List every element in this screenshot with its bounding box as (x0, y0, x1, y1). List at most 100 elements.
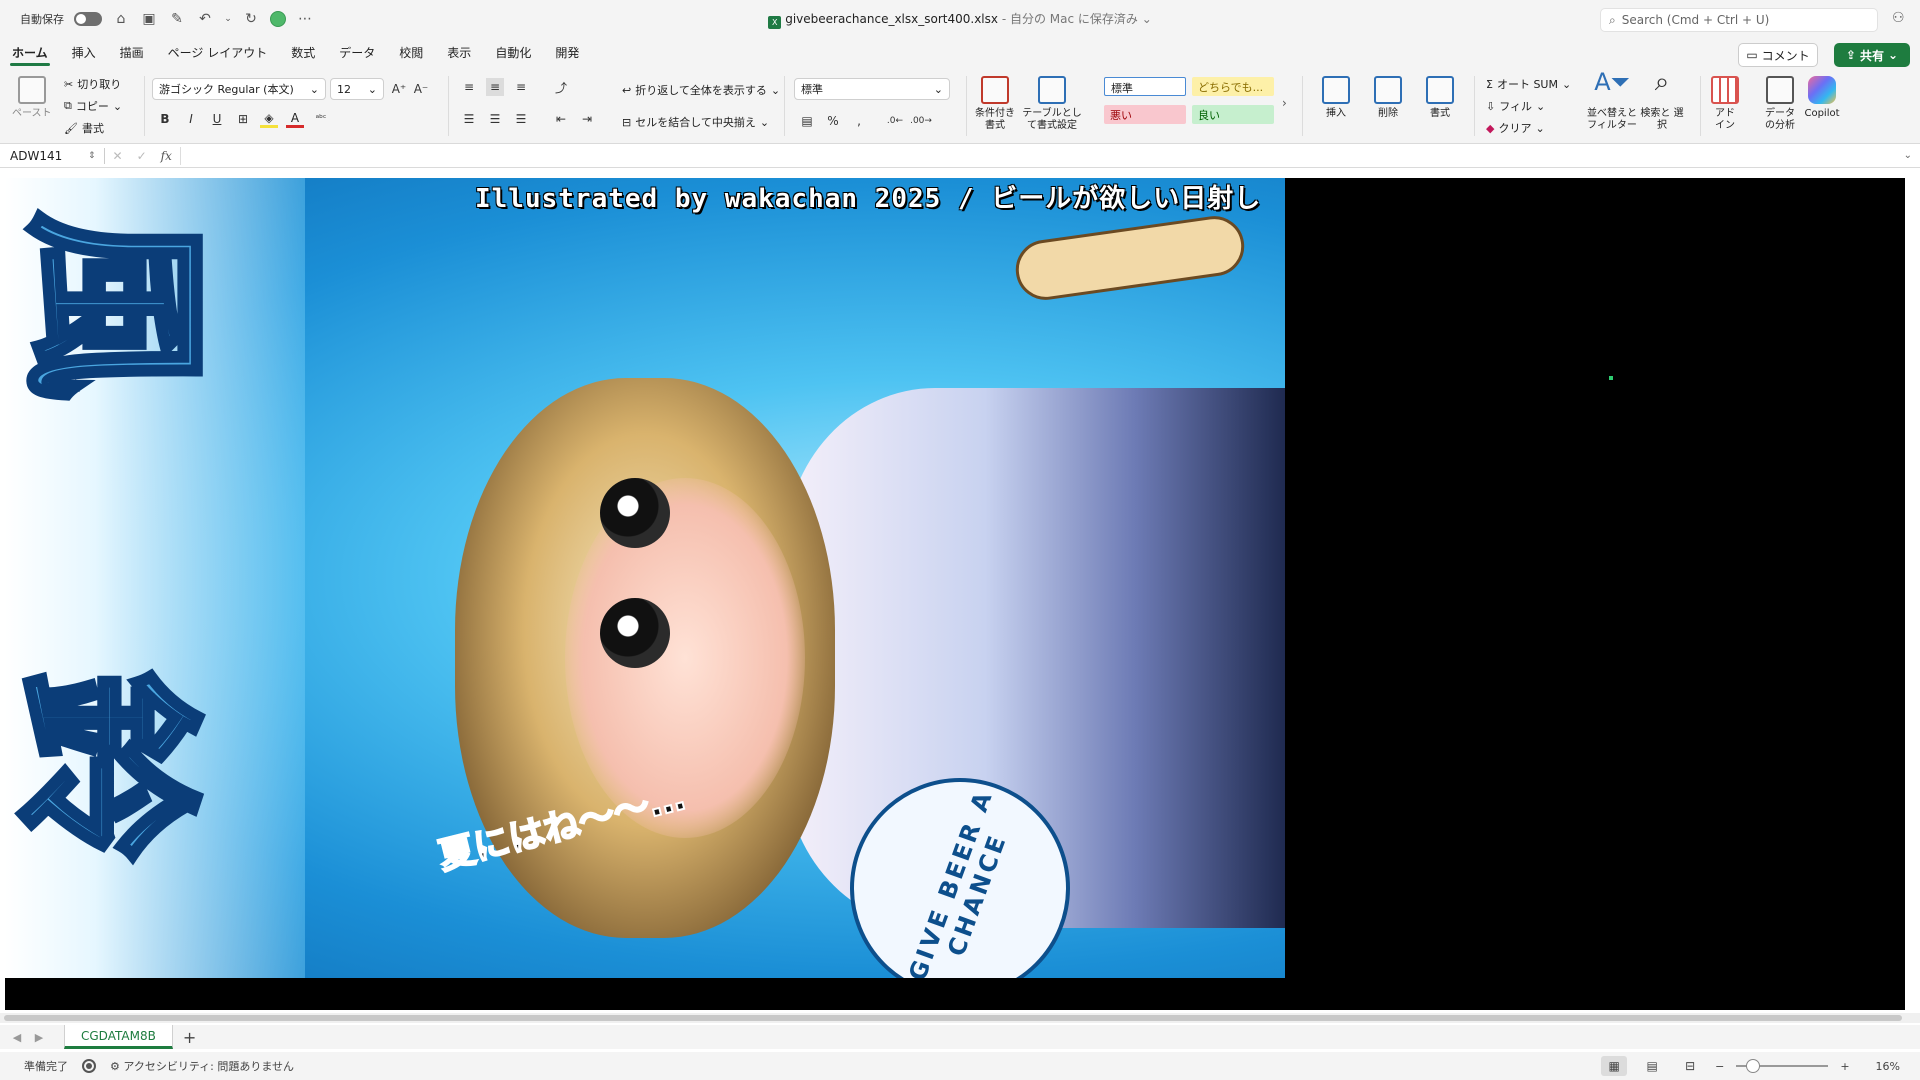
autosave-toggle[interactable] (74, 12, 102, 26)
delete-cells-button[interactable]: 削除 (1366, 76, 1410, 120)
copy-button[interactable]: ⧉ コピー ⌄ (64, 98, 122, 114)
comma-icon[interactable]: , (850, 112, 868, 130)
conditional-format-button[interactable]: 条件付き 書式 (970, 76, 1020, 132)
divider (1700, 76, 1701, 136)
scrollbar-thumb[interactable] (4, 1015, 1902, 1021)
increase-indent-icon[interactable]: ⇥ (578, 110, 596, 128)
sort-filter-button[interactable]: A⏷ 並べ替えと フィルター (1584, 70, 1640, 132)
style-good[interactable]: 良い (1192, 105, 1274, 124)
copilot-button[interactable]: Copilot (1802, 76, 1842, 120)
share-button[interactable]: ⇪ 共有 ⌄ (1834, 43, 1910, 67)
align-middle-icon[interactable]: ≡ (486, 78, 504, 96)
format-painter-button[interactable]: 🖌 書式 (64, 120, 104, 136)
next-sheet-icon[interactable]: ▶ (28, 1031, 50, 1044)
tab-data[interactable]: データ (327, 38, 387, 68)
comment-button[interactable]: ▭ コメント (1738, 43, 1818, 67)
zoom-out-icon[interactable]: − (1715, 1060, 1724, 1073)
align-top-icon[interactable]: ≡ (460, 78, 478, 96)
style-neutral[interactable]: どちらでも... (1192, 77, 1274, 96)
style-normal[interactable]: 標準 (1104, 77, 1186, 96)
fill-color-icon[interactable]: ◈ (260, 110, 278, 128)
chevron-right-icon[interactable]: › (1282, 96, 1287, 110)
prev-sheet-icon[interactable]: ◀ (6, 1031, 28, 1044)
zoom-slider[interactable] (1736, 1059, 1829, 1073)
addins-button[interactable]: アド イン (1710, 76, 1740, 132)
confirm-icon[interactable]: ✓ (137, 149, 147, 163)
namebox-stepper-icon[interactable]: ⇕ (88, 151, 96, 161)
normal-view-icon[interactable]: ▦ (1601, 1056, 1628, 1076)
format-cells-button[interactable]: 書式 (1418, 76, 1462, 120)
function-icon[interactable]: fx (161, 149, 172, 163)
formula-input[interactable] (179, 146, 1904, 165)
sheet-tab-active[interactable]: CGDATAM8B (64, 1025, 173, 1049)
style-bad[interactable]: 悪い (1104, 105, 1186, 124)
align-center-icon[interactable]: ☰ (486, 110, 504, 128)
horizontal-scrollbar[interactable] (0, 1013, 1920, 1023)
page-break-view-icon[interactable]: ⊟ (1677, 1056, 1703, 1076)
fill-button[interactable]: ⇩ フィル ⌄ (1486, 98, 1545, 114)
undo-dropdown-icon[interactable]: ⌄ (224, 10, 232, 28)
cut-button[interactable]: ✂ 切り取り (64, 76, 121, 92)
name-box[interactable]: ADW141 (4, 146, 88, 166)
undo-icon[interactable]: ↶ (196, 10, 214, 28)
wrap-text-button[interactable]: ↩ 折り返して全体を表示する ⌄ (622, 82, 780, 98)
align-left-icon[interactable]: ☰ (460, 110, 478, 128)
tab-formulas[interactable]: 数式 (279, 38, 327, 68)
font-name-dropdown[interactable]: 游ゴシック Regular (本文) ⌄ (152, 78, 326, 100)
save-icon[interactable]: ▣ (140, 10, 158, 28)
number-format-dropdown[interactable]: 標準 ⌄ (794, 78, 950, 100)
underline-button[interactable]: U (208, 110, 226, 128)
bold-button[interactable]: B (156, 110, 174, 128)
autosum-button[interactable]: Σ オート SUM ⌄ (1486, 76, 1571, 92)
decrease-indent-icon[interactable]: ⇤ (552, 110, 570, 128)
zoom-slider-thumb[interactable] (1746, 1059, 1761, 1073)
status-dot-icon[interactable] (270, 11, 286, 27)
account-icon[interactable]: ⚇ (1892, 10, 1910, 28)
find-select-button[interactable]: ⌕ 検索と 選択 (1640, 69, 1684, 132)
add-sheet-button[interactable]: + (183, 1028, 196, 1047)
tab-automate[interactable]: 自動化 (483, 38, 543, 68)
analyze-data-label: データ の分析 (1765, 108, 1795, 131)
italic-button[interactable]: I (182, 110, 200, 128)
percent-icon[interactable]: % (824, 112, 842, 130)
increase-decimal-icon[interactable]: .0← (886, 112, 904, 130)
expand-formula-icon[interactable]: ⌄ (1904, 150, 1912, 161)
phonetic-icon[interactable]: ᵃᵇᶜ (312, 110, 330, 128)
border-icon[interactable]: ⊞ (234, 110, 252, 128)
macro-record-icon[interactable] (82, 1059, 96, 1073)
insert-cells-button[interactable]: 挿入 (1314, 76, 1358, 120)
tab-draw[interactable]: 描画 (108, 38, 156, 68)
home-icon[interactable]: ⌂ (112, 10, 130, 28)
analyze-data-button[interactable]: データ の分析 (1760, 76, 1800, 132)
zoom-in-icon[interactable]: + (1840, 1060, 1849, 1073)
merge-center-button[interactable]: ⊟ セルを結合して中央揃え ⌄ (622, 114, 769, 130)
currency-icon[interactable]: ▤ (798, 112, 816, 130)
tab-view[interactable]: 表示 (435, 38, 483, 68)
save-as-icon[interactable]: ✎ (168, 10, 186, 28)
cancel-icon[interactable]: ✕ (113, 149, 123, 163)
redo-icon[interactable]: ↻ (242, 10, 260, 28)
clear-button[interactable]: ◆ クリア ⌄ (1486, 120, 1545, 136)
font-color-icon[interactable]: A (286, 110, 304, 128)
search-input[interactable]: ⌕ Search (Cmd + Ctrl + U) (1600, 8, 1878, 32)
zoom-level[interactable]: 16% (1876, 1060, 1900, 1073)
font-size-dropdown[interactable]: 12 ⌄ (330, 78, 384, 100)
tab-home[interactable]: ホーム (0, 38, 60, 68)
decrease-font-icon[interactable]: A⁻ (412, 80, 430, 98)
sheet-canvas[interactable]: 風 鈴 GIVE BEER A CHANCE 夏にはね〜〜… Illustrat… (5, 178, 1905, 1010)
paste-button[interactable]: ペースト (12, 76, 52, 120)
decrease-decimal-icon[interactable]: .00→ (910, 112, 932, 130)
tab-review[interactable]: 校閲 (387, 38, 435, 68)
more-icon[interactable]: ⋯ (296, 10, 314, 28)
align-bottom-icon[interactable]: ≡ (512, 78, 530, 96)
tab-developer[interactable]: 開発 (543, 38, 591, 68)
page-layout-view-icon[interactable]: ▤ (1639, 1056, 1665, 1076)
format-as-table-button[interactable]: テーブルとして書式設定 (1022, 76, 1082, 132)
tab-insert[interactable]: 挿入 (60, 38, 108, 68)
worksheet-grid[interactable]: 風 鈴 GIVE BEER A CHANCE 夏にはね〜〜… Illustrat… (0, 168, 1920, 1013)
orientation-icon[interactable]: ⤴ (552, 78, 570, 96)
tab-page-layout[interactable]: ページ レイアウト (156, 38, 280, 68)
align-right-icon[interactable]: ☰ (512, 110, 530, 128)
increase-font-icon[interactable]: A⁺ (390, 80, 408, 98)
accessibility-status[interactable]: ⚙ アクセシビリティ: 問題ありません (110, 1058, 294, 1074)
